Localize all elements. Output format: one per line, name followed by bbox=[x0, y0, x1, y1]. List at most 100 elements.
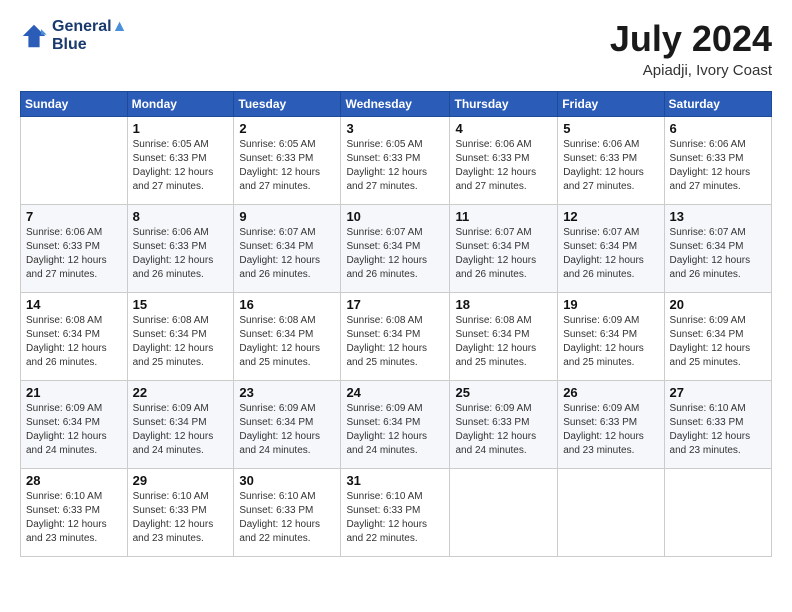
header-cell-saturday: Saturday bbox=[664, 92, 771, 117]
day-number: 12 bbox=[563, 209, 658, 224]
day-cell: 19 Sunrise: 6:09 AMSunset: 6:34 PMDayligh… bbox=[558, 293, 664, 381]
header-cell-sunday: Sunday bbox=[21, 92, 128, 117]
day-detail: Sunrise: 6:07 AMSunset: 6:34 PMDaylight:… bbox=[455, 226, 552, 282]
day-cell: 31 Sunrise: 6:10 AMSunset: 6:33 PMDayligh… bbox=[341, 469, 450, 557]
day-cell: 17Sunrise: 6:08 AMSunset: 6:34 PMDayligh… bbox=[341, 293, 450, 381]
day-number: 3 bbox=[346, 121, 444, 136]
day-number: 25 bbox=[455, 385, 552, 400]
day-cell: 22 Sunrise: 6:09 AMSunset: 6:34 PMDayligh… bbox=[127, 381, 234, 469]
day-detail: Sunrise: 6:10 AMSunset: 6:33 PMDaylight:… bbox=[346, 490, 444, 546]
day-detail: Sunrise: 6:09 AMSunset: 6:34 PMDaylight:… bbox=[26, 402, 122, 458]
week-row-1: 1 Sunrise: 6:05 AMSunset: 6:33 PMDaylight… bbox=[21, 117, 772, 205]
day-detail: Sunrise: 6:06 AMSunset: 6:33 PMDaylight:… bbox=[133, 226, 229, 282]
day-cell: 4 Sunrise: 6:06 AMSunset: 6:33 PMDaylight… bbox=[450, 117, 558, 205]
day-detail: Sunrise: 6:08 AMSunset: 6:34 PMDaylight:… bbox=[455, 314, 552, 370]
day-detail: Sunrise: 6:09 AMSunset: 6:34 PMDaylight:… bbox=[239, 402, 335, 458]
day-detail: Sunrise: 6:09 AMSunset: 6:34 PMDaylight:… bbox=[670, 314, 766, 370]
day-cell: 5Sunrise: 6:06 AMSunset: 6:33 PMDaylight… bbox=[558, 117, 664, 205]
day-cell bbox=[21, 117, 128, 205]
day-number: 20 bbox=[670, 297, 766, 312]
day-cell: 12Sunrise: 6:07 AMSunset: 6:34 PMDayligh… bbox=[558, 205, 664, 293]
day-detail: Sunrise: 6:10 AMSunset: 6:33 PMDaylight:… bbox=[26, 490, 122, 546]
day-detail: Sunrise: 6:08 AMSunset: 6:34 PMDaylight:… bbox=[239, 314, 335, 370]
header-cell-tuesday: Tuesday bbox=[234, 92, 341, 117]
week-row-5: 28 Sunrise: 6:10 AMSunset: 6:33 PMDayligh… bbox=[21, 469, 772, 557]
day-detail: Sunrise: 6:07 AMSunset: 6:34 PMDaylight:… bbox=[346, 226, 444, 282]
day-detail: Sunrise: 6:06 AMSunset: 6:33 PMDaylight:… bbox=[563, 138, 658, 194]
day-cell: 14 Sunrise: 6:08 AMSunset: 6:34 PMDayligh… bbox=[21, 293, 128, 381]
logo-icon bbox=[20, 22, 48, 50]
day-number: 13 bbox=[670, 209, 766, 224]
day-number: 9 bbox=[239, 209, 335, 224]
day-detail: Sunrise: 6:07 AMSunset: 6:34 PMDaylight:… bbox=[239, 226, 335, 282]
logo: General▲ Blue bbox=[20, 18, 127, 54]
day-detail: Sunrise: 6:10 AMSunset: 6:33 PMDaylight:… bbox=[239, 490, 335, 546]
day-number: 24 bbox=[346, 385, 444, 400]
week-row-3: 14 Sunrise: 6:08 AMSunset: 6:34 PMDayligh… bbox=[21, 293, 772, 381]
day-cell: 6 Sunrise: 6:06 AMSunset: 6:33 PMDaylight… bbox=[664, 117, 771, 205]
day-cell: 15 Sunrise: 6:08 AMSunset: 6:34 PMDayligh… bbox=[127, 293, 234, 381]
day-cell: 1 Sunrise: 6:05 AMSunset: 6:33 PMDaylight… bbox=[127, 117, 234, 205]
day-cell bbox=[450, 469, 558, 557]
day-number: 26 bbox=[563, 385, 658, 400]
day-detail: Sunrise: 6:06 AMSunset: 6:33 PMDaylight:… bbox=[26, 226, 122, 282]
day-cell: 27Sunrise: 6:10 AMSunset: 6:33 PMDayligh… bbox=[664, 381, 771, 469]
header-cell-friday: Friday bbox=[558, 92, 664, 117]
day-detail: Sunrise: 6:10 AMSunset: 6:33 PMDaylight:… bbox=[670, 402, 766, 458]
day-cell: 21 Sunrise: 6:09 AMSunset: 6:34 PMDayligh… bbox=[21, 381, 128, 469]
day-number: 17 bbox=[346, 297, 444, 312]
day-detail: Sunrise: 6:08 AMSunset: 6:34 PMDaylight:… bbox=[26, 314, 122, 370]
day-number: 6 bbox=[670, 121, 766, 136]
location-subtitle: Apiadji, Ivory Coast bbox=[610, 62, 772, 79]
day-cell: 2Sunrise: 6:05 AMSunset: 6:33 PMDaylight… bbox=[234, 117, 341, 205]
day-cell bbox=[558, 469, 664, 557]
day-detail: Sunrise: 6:10 AMSunset: 6:33 PMDaylight:… bbox=[133, 490, 229, 546]
month-title: July 2024 bbox=[610, 18, 772, 60]
day-number: 19 bbox=[563, 297, 658, 312]
day-number: 28 bbox=[26, 473, 122, 488]
day-detail: Sunrise: 6:09 AMSunset: 6:34 PMDaylight:… bbox=[563, 314, 658, 370]
header-cell-thursday: Thursday bbox=[450, 92, 558, 117]
day-number: 15 bbox=[133, 297, 229, 312]
day-cell: 16 Sunrise: 6:08 AMSunset: 6:34 PMDayligh… bbox=[234, 293, 341, 381]
day-cell: 30Sunrise: 6:10 AMSunset: 6:33 PMDayligh… bbox=[234, 469, 341, 557]
day-cell: 9 Sunrise: 6:07 AMSunset: 6:34 PMDaylight… bbox=[234, 205, 341, 293]
day-detail: Sunrise: 6:05 AMSunset: 6:33 PMDaylight:… bbox=[133, 138, 229, 194]
day-detail: Sunrise: 6:09 AMSunset: 6:33 PMDaylight:… bbox=[455, 402, 552, 458]
week-row-4: 21 Sunrise: 6:09 AMSunset: 6:34 PMDayligh… bbox=[21, 381, 772, 469]
day-number: 21 bbox=[26, 385, 122, 400]
calendar: SundayMondayTuesdayWednesdayThursdayFrid… bbox=[20, 91, 772, 557]
week-row-2: 7Sunrise: 6:06 AMSunset: 6:33 PMDaylight… bbox=[21, 205, 772, 293]
day-number: 1 bbox=[133, 121, 229, 136]
header-cell-wednesday: Wednesday bbox=[341, 92, 450, 117]
day-cell bbox=[664, 469, 771, 557]
day-number: 11 bbox=[455, 209, 552, 224]
day-cell: 7Sunrise: 6:06 AMSunset: 6:33 PMDaylight… bbox=[21, 205, 128, 293]
day-cell: 3Sunrise: 6:05 AMSunset: 6:33 PMDaylight… bbox=[341, 117, 450, 205]
day-number: 23 bbox=[239, 385, 335, 400]
day-number: 8 bbox=[133, 209, 229, 224]
title-area: July 2024 Apiadji, Ivory Coast bbox=[610, 18, 772, 79]
day-number: 14 bbox=[26, 297, 122, 312]
day-detail: Sunrise: 6:09 AMSunset: 6:34 PMDaylight:… bbox=[133, 402, 229, 458]
day-number: 16 bbox=[239, 297, 335, 312]
header: General▲ Blue July 2024 Apiadji, Ivory C… bbox=[20, 18, 772, 79]
day-detail: Sunrise: 6:09 AMSunset: 6:33 PMDaylight:… bbox=[563, 402, 658, 458]
day-cell: 26 Sunrise: 6:09 AMSunset: 6:33 PMDayligh… bbox=[558, 381, 664, 469]
day-cell: 25 Sunrise: 6:09 AMSunset: 6:33 PMDayligh… bbox=[450, 381, 558, 469]
day-detail: Sunrise: 6:06 AMSunset: 6:33 PMDaylight:… bbox=[670, 138, 766, 194]
logo-text: General▲ Blue bbox=[52, 18, 127, 54]
day-number: 4 bbox=[455, 121, 552, 136]
day-detail: Sunrise: 6:05 AMSunset: 6:33 PMDaylight:… bbox=[239, 138, 335, 194]
day-cell: 28 Sunrise: 6:10 AMSunset: 6:33 PMDayligh… bbox=[21, 469, 128, 557]
day-number: 22 bbox=[133, 385, 229, 400]
day-cell: 29Sunrise: 6:10 AMSunset: 6:33 PMDayligh… bbox=[127, 469, 234, 557]
day-number: 10 bbox=[346, 209, 444, 224]
day-detail: Sunrise: 6:08 AMSunset: 6:34 PMDaylight:… bbox=[133, 314, 229, 370]
day-cell: 18Sunrise: 6:08 AMSunset: 6:34 PMDayligh… bbox=[450, 293, 558, 381]
day-detail: Sunrise: 6:06 AMSunset: 6:33 PMDaylight:… bbox=[455, 138, 552, 194]
header-cell-monday: Monday bbox=[127, 92, 234, 117]
day-cell: 23 Sunrise: 6:09 AMSunset: 6:34 PMDayligh… bbox=[234, 381, 341, 469]
day-number: 31 bbox=[346, 473, 444, 488]
calendar-header-row: SundayMondayTuesdayWednesdayThursdayFrid… bbox=[21, 92, 772, 117]
